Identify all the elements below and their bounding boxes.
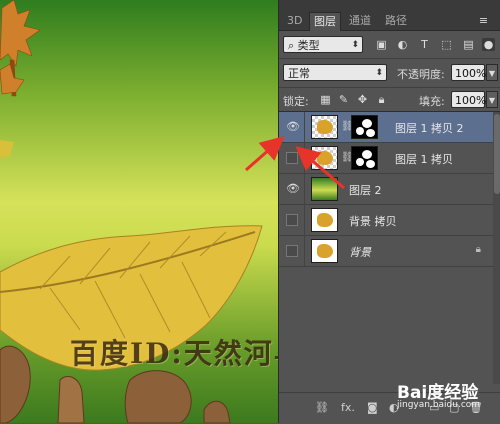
leaf-fragment-image: [0, 140, 14, 158]
opacity-dropdown-icon[interactable]: ▼: [486, 64, 498, 81]
layer-row[interactable]: 背景 拷贝: [279, 205, 493, 236]
lock-brush-icon[interactable]: ✎: [337, 93, 350, 106]
baidu-jingyan-watermark: Bai度经验 jingyan.baidu.com: [397, 378, 480, 410]
divider: [304, 112, 305, 142]
divider: [279, 87, 500, 88]
layer-mask-thumbnail[interactable]: [351, 115, 378, 139]
layer-name[interactable]: 图层 1 拷贝 2: [395, 120, 464, 136]
layer-name[interactable]: 背景: [349, 244, 371, 260]
eye-icon[interactable]: 👁︎: [286, 183, 300, 195]
opacity-label: 不透明度:: [397, 68, 445, 81]
shape-filter-icon[interactable]: ⬚: [440, 38, 453, 51]
fill-dropdown-icon[interactable]: ▼: [486, 91, 498, 108]
layer-thumbnail: [311, 146, 338, 170]
eye-icon[interactable]: 👁︎: [286, 121, 300, 133]
lock-transparent-icon[interactable]: ▦: [319, 93, 332, 106]
visibility-toggle[interactable]: [286, 245, 298, 257]
layer-name[interactable]: 背景 拷贝: [349, 213, 397, 229]
chevron-down-icon: ⬍: [351, 40, 359, 50]
add-mask-icon[interactable]: ◙: [367, 401, 378, 414]
fill-field[interactable]: 100%: [451, 91, 486, 108]
panel-menu-icon[interactable]: ≡: [477, 14, 490, 27]
layer-thumbnail: [311, 208, 338, 232]
url-text: jingyan.baidu.com: [397, 400, 481, 410]
blend-mode-label: 正常: [288, 67, 310, 80]
layers-panel: 3D 图层 通道 路径 ≡ ⌕ 类型 ⬍ ▣ ◐ T ⬚ ▤ ● 正常 ⬍ 不透…: [278, 0, 500, 424]
type-filter-icon[interactable]: T: [418, 38, 431, 51]
fill-label: 填充:: [419, 95, 445, 108]
visibility-toggle[interactable]: [286, 152, 298, 164]
chevron-down-icon: ⬍: [375, 68, 383, 78]
fx-button[interactable]: fx.: [341, 401, 355, 414]
tab-channels[interactable]: 通道: [345, 12, 375, 30]
filter-kind-label: 类型: [297, 39, 320, 52]
pixel-layer-filter-icon[interactable]: ▣: [375, 38, 388, 51]
lock-icon: 🔒︎: [475, 244, 481, 255]
layer-thumbnail: [311, 115, 338, 139]
panel-tabbar: 3D 图层 通道 路径 ≡: [279, 0, 500, 31]
layer-row[interactable]: ⛓ 图层 1 拷贝: [279, 143, 493, 174]
tab-3d[interactable]: 3D: [283, 12, 306, 30]
layers-scrollbar[interactable]: [493, 112, 500, 384]
watermark-text: 百度ID:天然河与你相约: [70, 337, 278, 370]
blend-mode-select[interactable]: 正常 ⬍: [283, 64, 387, 81]
link-layers-icon[interactable]: ⛓: [315, 401, 329, 414]
layer-row[interactable]: 背景 🔒︎: [279, 236, 493, 267]
lock-position-icon[interactable]: ✥: [356, 93, 369, 106]
divider: [304, 174, 305, 204]
divider: [304, 236, 305, 266]
filter-row: ⌕ 类型 ⬍ ▣ ◐ T ⬚ ▤ ●: [279, 31, 500, 57]
scrollbar-thumb[interactable]: [494, 114, 500, 194]
smart-object-filter-icon[interactable]: ▤: [462, 38, 475, 51]
visibility-toggle[interactable]: [286, 214, 298, 226]
adjustment-filter-icon[interactable]: ◐: [396, 38, 409, 51]
lock-all-icon[interactable]: 🔒︎: [375, 93, 388, 106]
layer-name[interactable]: 图层 2: [349, 182, 382, 198]
layer-row[interactable]: 👁︎ ⛓ 图层 1 拷贝 2: [279, 112, 493, 143]
layer-mask-thumbnail[interactable]: [351, 146, 378, 170]
lock-label: 锁定:: [283, 95, 309, 108]
layer-row[interactable]: 👁︎ 图层 2: [279, 174, 493, 205]
opacity-field[interactable]: 100%: [451, 64, 486, 81]
layer-name[interactable]: 图层 1 拷贝: [395, 151, 453, 167]
layers-list: 👁︎ ⛓ 图层 1 拷贝 2 ⛓ 图层 1 拷贝 👁︎ 图层 2 背景 拷贝 背…: [279, 112, 500, 382]
tab-layers[interactable]: 图层: [309, 12, 341, 31]
layer-thumbnail: [311, 177, 338, 201]
divider: [304, 143, 305, 173]
filter-toggle-icon[interactable]: ●: [482, 38, 495, 51]
filter-kind-select[interactable]: ⌕ 类型 ⬍: [283, 36, 363, 53]
search-icon: ⌕: [288, 39, 295, 52]
maple-leaf-image: [0, 0, 41, 97]
document-canvas[interactable]: 百度ID:天然河与你相约: [0, 0, 278, 423]
layer-thumbnail: [311, 239, 338, 263]
tab-paths[interactable]: 路径: [381, 12, 411, 30]
divider: [279, 58, 500, 59]
divider: [304, 205, 305, 235]
